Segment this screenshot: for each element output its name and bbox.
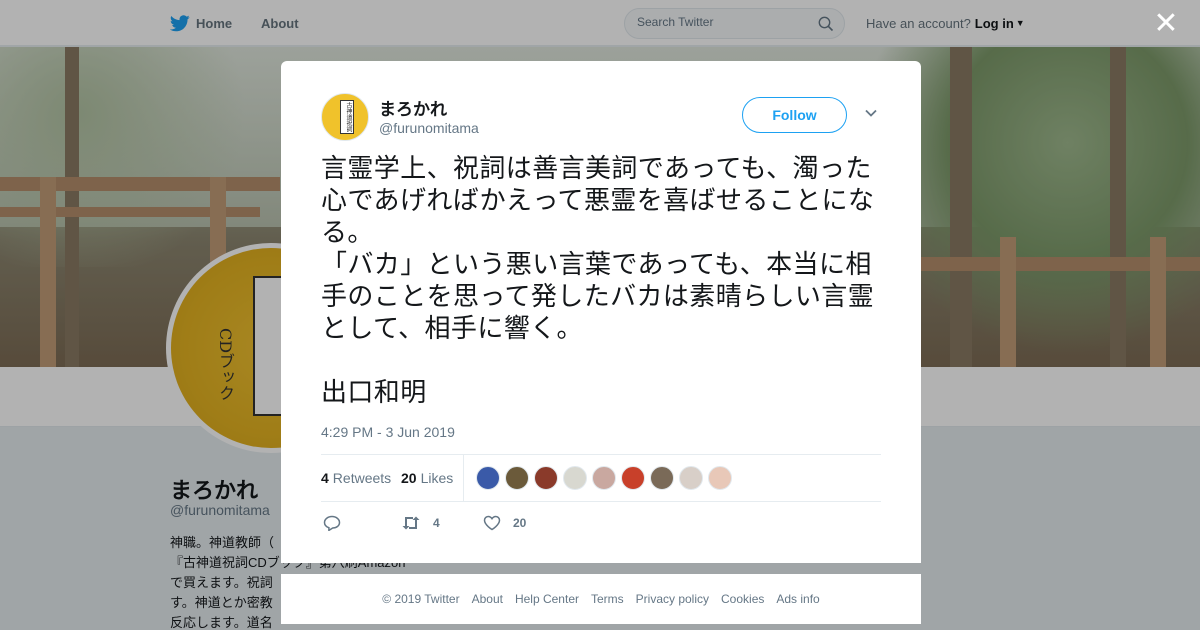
tweet-timestamp[interactable]: 4:29 PM - 3 Jun 2019 bbox=[321, 424, 455, 440]
retweets-count: 4 bbox=[321, 470, 329, 486]
liker-avatar[interactable] bbox=[476, 466, 500, 490]
tweet-author-avatar[interactable]: 古神道祝詞 bbox=[321, 93, 369, 141]
stats-divider bbox=[463, 455, 464, 501]
follow-button[interactable]: Follow bbox=[742, 97, 847, 133]
likes-label: Likes bbox=[420, 470, 454, 486]
retweets-stat[interactable]: 4 Retweets bbox=[321, 455, 391, 501]
liker-avatar[interactable] bbox=[592, 466, 616, 490]
footer-link-help[interactable]: Help Center bbox=[515, 592, 579, 606]
tweet-author-name[interactable]: まろかれ bbox=[379, 95, 447, 120]
tweet-actions: 4 20 bbox=[321, 513, 881, 535]
footer-link-cookies[interactable]: Cookies bbox=[721, 592, 764, 606]
liker-avatar[interactable] bbox=[708, 466, 732, 490]
likers-avatars bbox=[476, 466, 737, 490]
tweet-stats: 4 Retweets 20 Likes bbox=[321, 454, 881, 502]
close-icon[interactable]: ✕ bbox=[1152, 9, 1180, 39]
footer-copyright: © 2019 Twitter bbox=[382, 592, 460, 606]
footer-link-ads[interactable]: Ads info bbox=[776, 592, 819, 606]
modal-footer: © 2019 Twitter About Help Center Terms P… bbox=[281, 574, 921, 624]
heart-icon bbox=[483, 515, 501, 531]
likes-count: 20 bbox=[401, 470, 417, 486]
liker-avatar[interactable] bbox=[679, 466, 703, 490]
retweet-icon bbox=[402, 516, 420, 530]
liker-avatar[interactable] bbox=[650, 466, 674, 490]
liker-avatar[interactable] bbox=[563, 466, 587, 490]
liker-avatar[interactable] bbox=[505, 466, 529, 490]
tweet-avatar-label: 古神道祝詞 bbox=[340, 100, 354, 134]
chevron-down-icon[interactable] bbox=[864, 106, 878, 120]
retweet-count: 4 bbox=[433, 516, 440, 530]
footer-link-about[interactable]: About bbox=[472, 592, 503, 606]
like-button[interactable]: 20 bbox=[483, 513, 526, 533]
liker-avatar[interactable] bbox=[534, 466, 558, 490]
reply-button[interactable] bbox=[323, 513, 353, 533]
reply-icon bbox=[323, 515, 341, 531]
retweet-button[interactable]: 4 bbox=[401, 513, 440, 533]
tweet-author-handle[interactable]: @furunomitama bbox=[379, 120, 479, 136]
retweets-label: Retweets bbox=[332, 470, 392, 486]
footer-link-terms[interactable]: Terms bbox=[591, 592, 624, 606]
like-count: 20 bbox=[513, 516, 527, 530]
likes-stat[interactable]: 20 Likes bbox=[401, 455, 453, 501]
liker-avatar[interactable] bbox=[621, 466, 645, 490]
tweet-text: 言霊学上、祝詞は善言美詞であっても、濁った心であげればかえって悪霊を喜ばせること… bbox=[321, 154, 875, 408]
tweet-modal: 古神道祝詞 まろかれ @furunomitama Follow 言霊学上、祝詞は… bbox=[281, 61, 921, 563]
footer-link-privacy[interactable]: Privacy policy bbox=[636, 592, 709, 606]
